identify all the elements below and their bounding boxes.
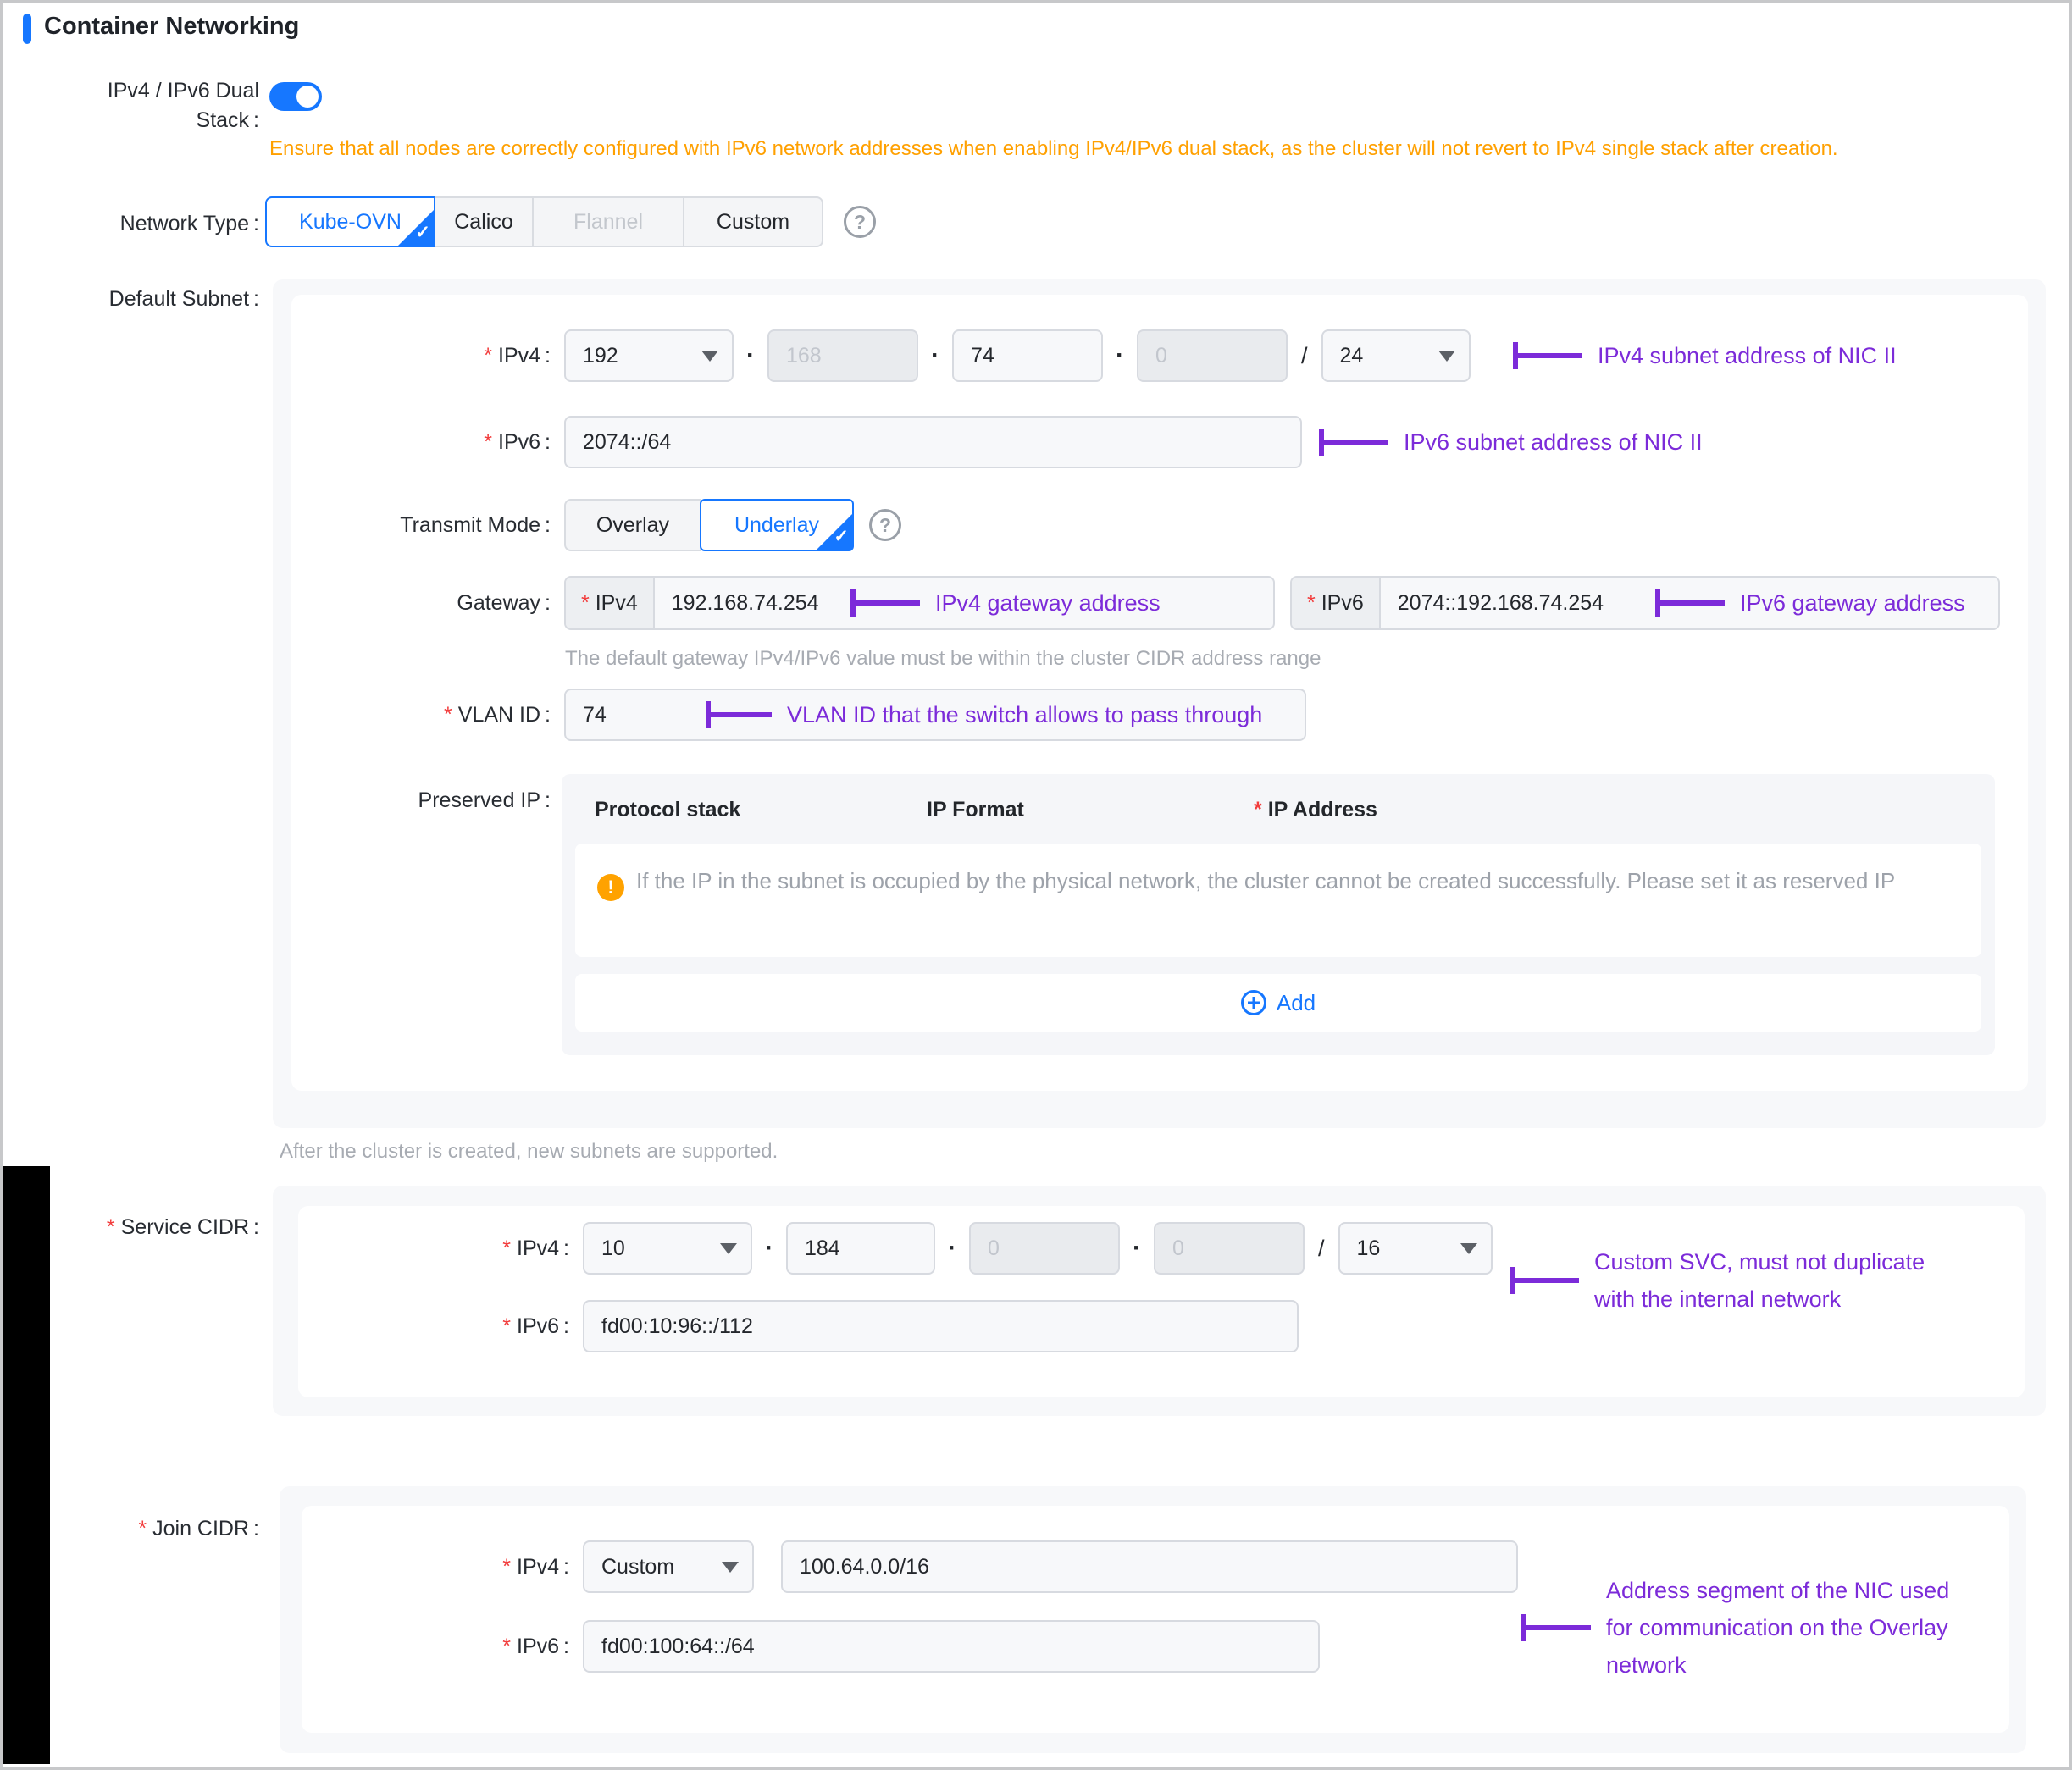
subnet-footnote: After the cluster is created, new subnet… xyxy=(280,1140,778,1164)
octet-separator: · xyxy=(948,1234,956,1263)
transmit-mode-switch: Overlay Underlay ✓ xyxy=(564,499,854,551)
subnet-ipv4-label: *IPv4: xyxy=(313,344,551,368)
gateway-label: Gateway: xyxy=(313,591,551,616)
annotation-marker-icon xyxy=(1521,1614,1591,1641)
transmit-mode-row: Transmit Mode: Overlay Underlay ✓ ? xyxy=(313,498,901,552)
warning-icon: ! xyxy=(597,874,624,901)
join-ipv4-row: *IPv4: Custom 100.64.0.0/16 xyxy=(332,1540,1518,1594)
service-ipv6-label: *IPv6: xyxy=(332,1314,569,1339)
subnet-ipv4-prefix-select[interactable]: 24 xyxy=(1321,329,1471,382)
network-type-help-icon[interactable]: ? xyxy=(844,206,876,238)
join-cidr-annotation: Address segment of the NIC used for comm… xyxy=(1521,1572,1949,1684)
preserved-col-format: IP Format xyxy=(927,798,1024,822)
join-cidr-label: *Join CIDR: xyxy=(22,1514,259,1544)
service-ipv6-input[interactable]: fd00:10:96::/112 xyxy=(583,1300,1299,1352)
preserved-ip-notice-box: !If the IP in the subnet is occupied by … xyxy=(575,844,1981,957)
subnet-ipv6-input[interactable]: 2074::/64 xyxy=(564,416,1302,468)
join-ipv4-input[interactable]: 100.64.0.0/16 xyxy=(781,1540,1518,1593)
join-ipv4-label: *IPv4: xyxy=(332,1555,569,1579)
tab-kube-ovn[interactable]: Kube-OVN ✓ xyxy=(265,196,435,247)
dropdown-arrow-icon xyxy=(701,351,718,362)
join-ipv6-row: *IPv6: fd00:100:64::/64 xyxy=(332,1619,1320,1673)
annotation-marker-icon xyxy=(1319,429,1388,456)
add-icon xyxy=(1241,990,1266,1015)
subnet-ipv4-annotation: IPv4 subnet address of NIC II xyxy=(1513,342,1897,369)
gateway-ipv6-addon: *IPv6 xyxy=(1292,578,1381,628)
prefix-separator: / xyxy=(1301,343,1308,369)
subnet-ipv4-octet4-input: 0 xyxy=(1137,329,1288,382)
subnet-ipv4-octet1-select[interactable]: 192 xyxy=(564,329,734,382)
add-button[interactable]: Add xyxy=(1241,990,1316,1016)
check-icon: ✓ xyxy=(817,514,852,550)
dropdown-arrow-icon xyxy=(722,1562,739,1573)
transmit-overlay-button[interactable]: Overlay xyxy=(564,499,701,551)
gateway-ipv6-annotation: IPv6 gateway address xyxy=(1655,589,1965,617)
octet-separator: · xyxy=(1116,341,1124,370)
transmit-mode-label: Transmit Mode: xyxy=(313,513,551,538)
subnet-ipv4-row: *IPv4: 192 · 168 · 74 · 0 / 24 xyxy=(313,329,1471,383)
annotation-marker-icon xyxy=(1510,1267,1579,1294)
network-type-tabs: Kube-OVN ✓ Calico Flannel Custom xyxy=(265,196,823,247)
preserved-ip-label: Preserved IP: xyxy=(313,786,551,816)
dropdown-arrow-icon xyxy=(1438,351,1455,362)
tab-flannel: Flannel xyxy=(532,196,684,247)
page-title: Container Networking xyxy=(44,13,299,41)
join-ipv6-input[interactable]: fd00:100:64::/64 xyxy=(583,1620,1320,1673)
vlan-label: *VLAN ID: xyxy=(313,703,551,727)
gateway-ipv4-annotation: IPv4 gateway address xyxy=(850,589,1161,617)
network-type-label: Network Type: xyxy=(22,209,259,239)
subnet-ipv6-label: *IPv6: xyxy=(313,430,551,455)
service-ipv4-octet4-input: 0 xyxy=(1154,1222,1305,1275)
service-ipv4-row: *IPv4: 10 · 184 · 0 · 0 / 16 xyxy=(332,1221,1493,1275)
vlan-annotation: VLAN ID that the switch allows to pass t… xyxy=(706,701,1262,728)
dual-stack-toggle[interactable] xyxy=(269,82,322,111)
annotation-marker-icon xyxy=(850,589,920,617)
octet-separator: · xyxy=(931,341,939,370)
preserved-col-address: *IP Address xyxy=(1254,798,1377,822)
dropdown-arrow-icon xyxy=(1460,1243,1477,1254)
gateway-ipv4-addon: *IPv4 xyxy=(566,578,655,628)
service-cidr-annotation: Custom SVC, must not duplicate with the … xyxy=(1510,1243,1925,1318)
service-ipv4-octet2-input[interactable]: 184 xyxy=(786,1222,935,1275)
join-ipv4-mode-select[interactable]: Custom xyxy=(583,1540,754,1593)
dual-stack-label: IPv4 / IPv6 Dual Stack: xyxy=(22,76,259,136)
gateway-ipv6-input[interactable]: 2074::192.168.74.254 xyxy=(1381,578,1620,628)
service-ipv4-octet3-input: 0 xyxy=(969,1222,1120,1275)
annotation-marker-icon xyxy=(1655,589,1725,617)
service-cidr-label: *Service CIDR: xyxy=(22,1213,259,1242)
annotation-marker-icon xyxy=(706,701,772,728)
octet-separator: · xyxy=(765,1234,773,1263)
join-ipv6-label: *IPv6: xyxy=(332,1634,569,1659)
octet-separator: · xyxy=(746,341,755,370)
service-ipv4-label: *IPv4: xyxy=(332,1236,569,1261)
subnet-ipv4-octet2-input: 168 xyxy=(767,329,918,382)
section-accent-bar xyxy=(23,14,31,44)
container-networking-form: Container Networking IPv4 / IPv6 Dual St… xyxy=(0,0,2072,1770)
prefix-separator: / xyxy=(1318,1236,1325,1262)
check-icon: ✓ xyxy=(398,210,434,246)
preserved-col-protocol: Protocol stack xyxy=(595,798,740,822)
octet-separator: · xyxy=(1133,1234,1141,1263)
tab-calico[interactable]: Calico xyxy=(434,196,534,247)
service-ipv4-prefix-select[interactable]: 16 xyxy=(1338,1222,1493,1275)
subnet-ipv6-annotation: IPv6 subnet address of NIC II xyxy=(1319,429,1703,456)
subnet-ipv4-octet3-input[interactable]: 74 xyxy=(952,329,1103,382)
preserved-ip-notice: !If the IP in the subnet is occupied by … xyxy=(575,844,1981,920)
transmit-mode-help-icon[interactable]: ? xyxy=(869,509,901,541)
default-subnet-label: Default Subnet: xyxy=(22,285,259,314)
tab-custom[interactable]: Custom xyxy=(683,196,823,247)
service-ipv6-row: *IPv6: fd00:10:96::/112 xyxy=(332,1299,1299,1353)
gateway-hint: The default gateway IPv4/IPv6 value must… xyxy=(565,647,1321,671)
redaction-bar xyxy=(3,1166,50,1764)
subnet-ipv6-row: *IPv6: 2074::/64 xyxy=(313,415,1302,469)
service-ipv4-octet1-select[interactable]: 10 xyxy=(583,1222,752,1275)
gateway-ipv4-input[interactable]: 192.168.74.254 xyxy=(655,578,836,628)
preserved-ip-add-row: Add xyxy=(575,974,1981,1032)
annotation-marker-icon xyxy=(1513,342,1582,369)
dual-stack-warning: Ensure that all nodes are correctly conf… xyxy=(269,137,1838,161)
transmit-underlay-button[interactable]: Underlay ✓ xyxy=(700,499,854,551)
dropdown-arrow-icon xyxy=(720,1243,737,1254)
